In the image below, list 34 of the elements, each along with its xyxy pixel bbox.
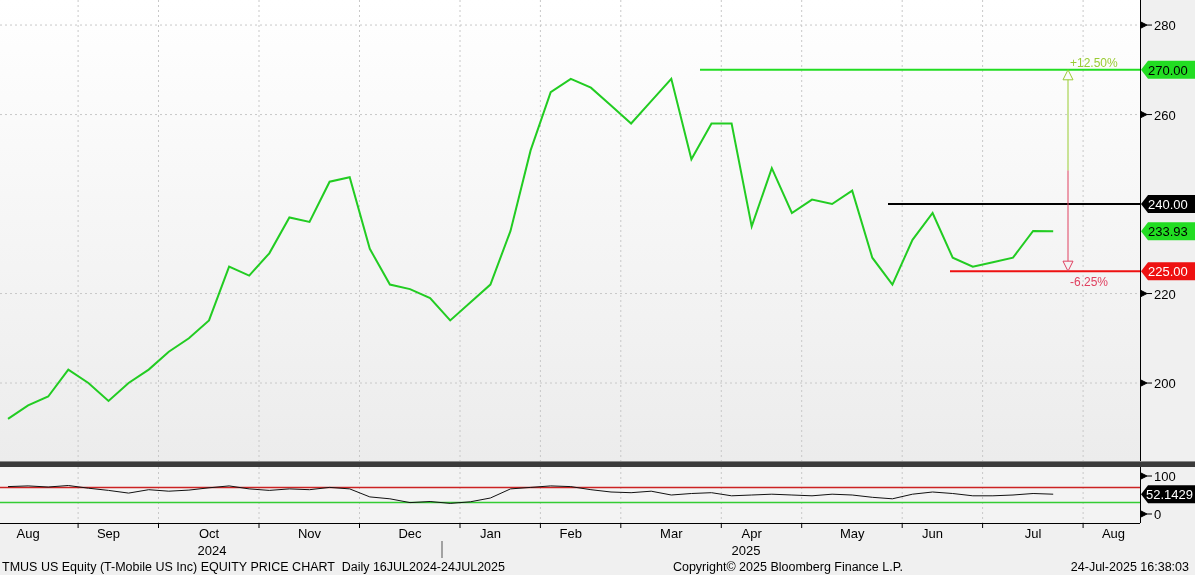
price-tag: 225.00 xyxy=(1141,262,1195,281)
axis-label: 200 xyxy=(1154,376,1176,392)
month-label: Apr xyxy=(741,526,762,541)
percent-label: -6.25% xyxy=(1070,275,1109,290)
ref-line-label: 270.00 xyxy=(1148,62,1188,78)
price-tag: 270.00 xyxy=(1141,60,1195,79)
month-label: Oct xyxy=(198,526,220,541)
ref-line-label: 240.00 xyxy=(1148,197,1188,213)
ref-line-label: 225.00 xyxy=(1148,264,1188,280)
month-label: Jun xyxy=(922,526,944,541)
percent-label: +12.50% xyxy=(1070,55,1118,70)
month-label: Mar xyxy=(660,526,683,541)
month-label: May xyxy=(839,526,865,541)
month-label: Aug xyxy=(1101,526,1126,541)
chart-description: TMUS US Equity (T-Mobile US Inc) EQUITY PRICE CHART Daily 16JUL2024-24JUL2025 xyxy=(2,559,505,574)
month-label: Aug xyxy=(16,526,40,541)
axis-label: 280 xyxy=(1154,18,1176,34)
price-tag: 233.93 xyxy=(1141,222,1195,241)
timestamp: 24-Jul-2025 16:38:03 xyxy=(1070,559,1189,574)
axis-label: 260 xyxy=(1154,107,1176,123)
month-label: Dec xyxy=(398,526,422,541)
month-label: Nov xyxy=(297,526,322,541)
price-tag: 240.00 xyxy=(1141,195,1195,214)
year-label: 2024 xyxy=(197,543,227,558)
month-label: Feb xyxy=(559,526,582,541)
indicator-tag: 52.1429 xyxy=(1141,485,1195,504)
axis-label: 100 xyxy=(1154,469,1176,484)
copyright-text: Copyright© 2025 Bloomberg Finance L.P. xyxy=(672,559,903,574)
month-label: Sep xyxy=(96,526,121,541)
month-label: Jan xyxy=(479,526,501,541)
axis-label: 220 xyxy=(1154,286,1176,302)
axis-label: 0 xyxy=(1154,507,1162,522)
year-label: 2025 xyxy=(731,543,761,558)
month-label: Jul xyxy=(1024,526,1042,541)
